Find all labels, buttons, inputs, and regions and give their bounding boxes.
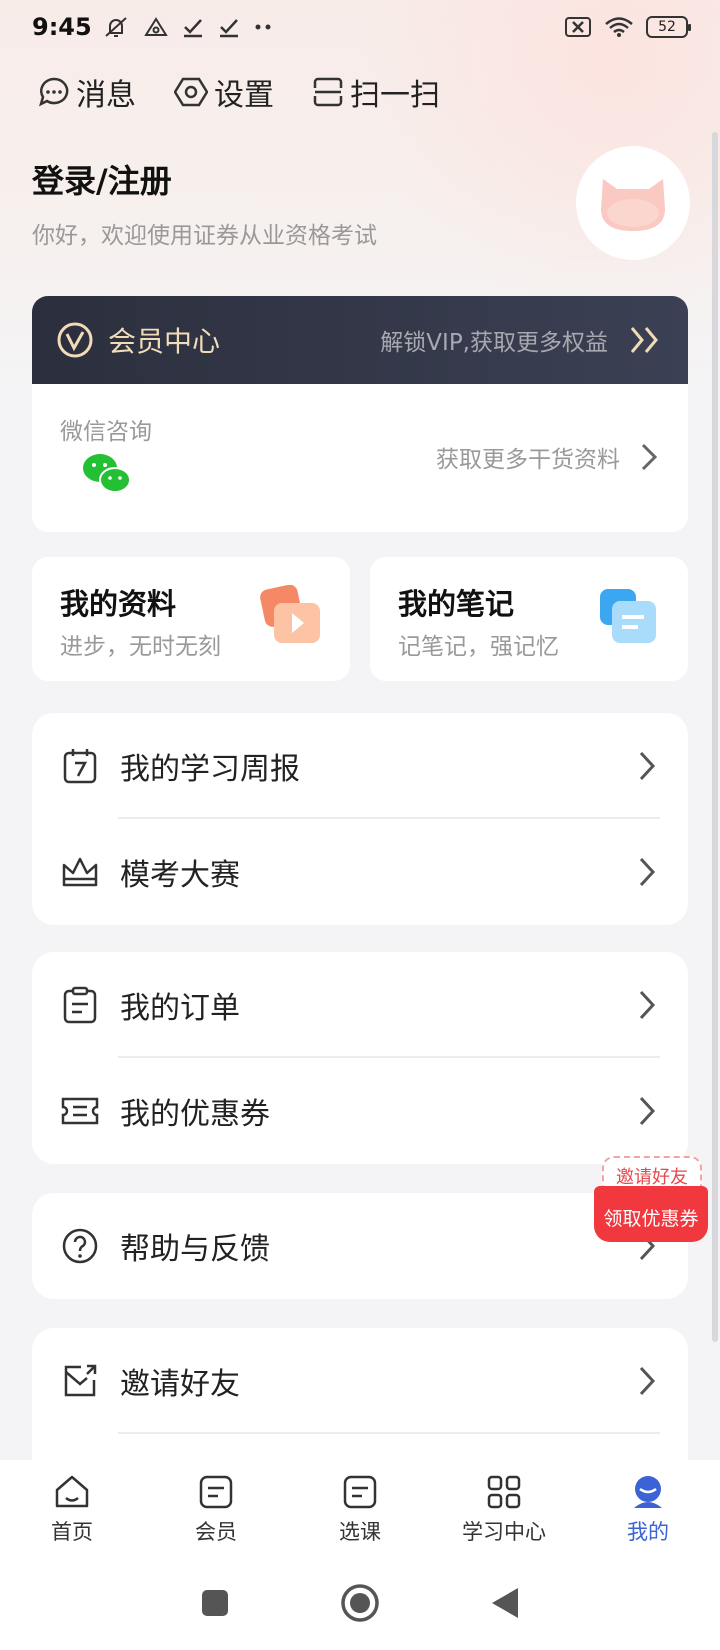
my-materials-subtitle: 进步，无时无刻 — [60, 634, 221, 660]
calendar-icon — [63, 749, 97, 784]
battery-icon: 52 — [646, 16, 691, 38]
wechat-consult-card[interactable]: 微信咨询 获取更多干货资料 — [32, 384, 688, 532]
check-download-icon — [183, 19, 202, 38]
tab-courses[interactable]: 选课 — [288, 1460, 432, 1556]
cat-avatar-icon — [601, 179, 665, 231]
tab-mine[interactable]: 我的 — [576, 1460, 720, 1556]
vip-v-icon — [57, 322, 93, 358]
invite-friends-label: 邀请好友 — [120, 1367, 240, 1402]
invite-float-bottom: 领取优惠券 — [594, 1186, 708, 1242]
help-menu-group: 帮助与反馈 — [32, 1193, 688, 1299]
scrollbar[interactable] — [712, 132, 718, 1342]
clipboard-icon — [63, 986, 97, 1024]
bottom-tab-bar: 首页 会员 选课 学习中心 我的 — [0, 1460, 720, 1556]
ticket-icon — [61, 1097, 99, 1125]
mock-exam-item[interactable]: 模考大赛 — [32, 819, 688, 925]
invite-coupon-float-button[interactable]: 邀请好友 领取优惠券 — [594, 1156, 708, 1248]
scan-icon — [313, 77, 343, 107]
home-circle-icon[interactable] — [340, 1583, 380, 1623]
avatar[interactable] — [576, 146, 690, 260]
share-box-icon — [64, 1364, 97, 1397]
video-folder-icon — [260, 585, 320, 643]
help-question-icon — [62, 1228, 98, 1264]
messages-button[interactable]: 消息 — [38, 70, 136, 114]
tab-courses-label: 选课 — [339, 1520, 381, 1544]
weekly-report-item[interactable]: 我的学习周报 — [32, 713, 688, 819]
mock-exam-label: 模考大赛 — [120, 858, 240, 893]
settings-button[interactable]: 设置 — [174, 70, 274, 114]
mute-notification-icon — [105, 17, 127, 37]
help-feedback-label: 帮助与反馈 — [120, 1232, 270, 1267]
my-materials-card[interactable]: 我的资料 进步，无时无刻 — [32, 557, 350, 681]
chevron-right-icon — [639, 990, 656, 1020]
tab-member-label: 会员 — [195, 1520, 237, 1544]
chevron-right-icon — [641, 443, 658, 471]
check-download-icon-2 — [219, 19, 238, 38]
help-feedback-item[interactable]: 帮助与反馈 — [32, 1193, 688, 1299]
tab-member[interactable]: 会员 — [144, 1460, 288, 1556]
chevron-right-icon — [639, 1366, 656, 1396]
notes-icon — [600, 589, 656, 643]
orders-item[interactable]: 我的订单 — [32, 952, 688, 1058]
wifi-icon — [605, 17, 633, 37]
settings-icon — [174, 77, 208, 107]
profile-icon — [634, 1476, 662, 1508]
wechat-icon — [83, 454, 131, 493]
vip-title: 会员中心 — [108, 325, 221, 358]
chevron-right-icon — [639, 751, 656, 781]
triangle-alert-icon — [143, 17, 168, 36]
chevron-right-icon — [639, 857, 656, 887]
recent-apps-icon[interactable] — [200, 1588, 230, 1618]
wechat-label: 微信咨询 — [60, 419, 152, 445]
orders-label: 我的订单 — [120, 991, 240, 1026]
coupons-label: 我的优惠券 — [120, 1097, 270, 1132]
tab-home[interactable]: 首页 — [0, 1460, 144, 1556]
courses-icon — [343, 1475, 377, 1509]
crown-icon — [62, 857, 98, 887]
grid-icon — [487, 1475, 521, 1509]
chevron-right-icon — [639, 1096, 656, 1126]
my-materials-title: 我的资料 — [60, 587, 177, 621]
home-icon — [55, 1475, 89, 1508]
member-icon — [199, 1475, 233, 1509]
orders-menu-group: 我的订单 我的优惠券 — [32, 952, 688, 1164]
tab-study-center-label: 学习中心 — [462, 1520, 546, 1544]
more-dots-icon — [255, 24, 271, 30]
no-sim-icon — [565, 17, 591, 37]
messages-label: 消息 — [76, 78, 136, 113]
invite-friends-item[interactable]: 邀请好友 — [32, 1328, 688, 1434]
system-navigation-bar — [0, 1556, 720, 1650]
weekly-report-label: 我的学习周报 — [120, 752, 300, 787]
tab-home-label: 首页 — [51, 1520, 93, 1544]
study-menu-group: 我的学习周报 模考大赛 — [32, 713, 688, 925]
vip-desc: 解锁VIP,获取更多权益 — [380, 330, 608, 356]
my-notes-card[interactable]: 我的笔记 记笔记，强记忆 — [370, 557, 688, 681]
scan-button[interactable]: 扫一扫 — [312, 70, 440, 114]
message-icon — [39, 77, 69, 107]
settings-label: 设置 — [214, 78, 274, 113]
vip-center-banner[interactable]: 会员中心 解锁VIP,获取更多权益 — [32, 296, 688, 384]
welcome-subtitle: 你好，欢迎使用证券从业资格考试 — [32, 223, 377, 249]
my-notes-title: 我的笔记 — [398, 587, 515, 621]
status-bar: 9:45 52 — [0, 0, 720, 54]
wechat-action-text: 获取更多干货资料 — [436, 447, 620, 473]
top-nav: 消息 设置 扫一扫 — [38, 70, 440, 114]
double-chevron-icon — [630, 327, 658, 353]
my-notes-subtitle: 记笔记，强记忆 — [398, 634, 559, 660]
tab-study-center[interactable]: 学习中心 — [432, 1460, 576, 1556]
login-register-link[interactable]: 登录/注册 — [32, 156, 172, 202]
status-time: 9:45 — [32, 13, 92, 41]
tab-mine-label: 我的 — [627, 1520, 669, 1544]
scan-label: 扫一扫 — [350, 78, 440, 113]
coupons-item[interactable]: 我的优惠券 — [32, 1058, 688, 1164]
back-triangle-icon[interactable] — [490, 1586, 520, 1620]
